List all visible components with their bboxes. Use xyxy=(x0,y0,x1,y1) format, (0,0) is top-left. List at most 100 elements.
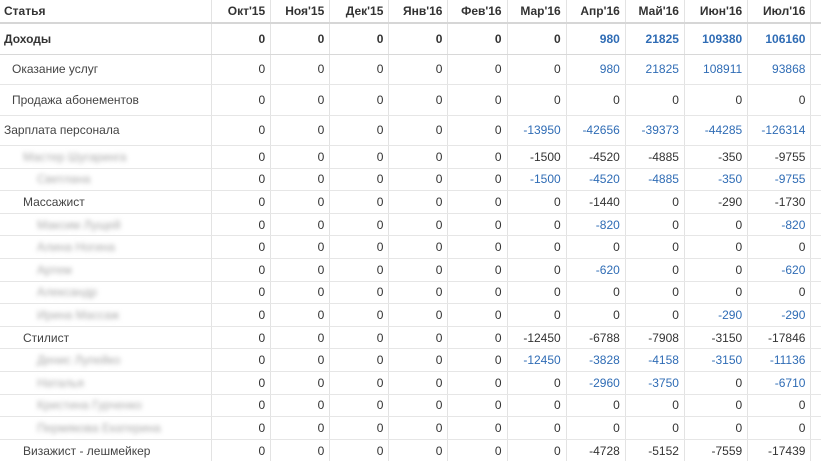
row-label[interactable]: Стилист xyxy=(0,326,213,350)
value-cell: -350 xyxy=(684,145,749,169)
column-header-month[interactable]: Мар'16 xyxy=(507,0,567,24)
value-link[interactable]: -13950 xyxy=(507,115,567,146)
row-label[interactable]: Пермякова Екатерина xyxy=(0,416,213,440)
value-link[interactable]: -3150 xyxy=(684,348,749,372)
value-cell: 0 xyxy=(447,326,508,350)
value-cell: 0 xyxy=(211,439,272,461)
budget-report: Статья Окт'15 Ноя'15 Дек'15 Янв'16 Фев'16 Мар… xyxy=(0,0,821,461)
value-link[interactable]: -350 xyxy=(684,168,749,192)
row-label[interactable]: Оказание услуг xyxy=(0,54,213,85)
column-header-name[interactable]: Статья xyxy=(0,0,213,24)
column-header-month[interactable]: Окт'15 xyxy=(211,0,272,24)
column-header-month[interactable]: Дек'15 xyxy=(329,0,390,24)
table-row: Максим Лущей 0 0 0 0 0 0 -820 0 0 -820 xyxy=(0,213,821,237)
table-row: Наталья 0 0 0 0 0 0 -2960 -3750 0 -6710 xyxy=(0,371,821,395)
table-row: Кристина Гурченко 0 0 0 0 0 0 0 0 0 0 xyxy=(0,394,821,418)
value-link[interactable]: -3828 xyxy=(566,348,626,372)
value-link[interactable]: -4885 xyxy=(625,168,685,192)
row-label[interactable]: Алина Ногина xyxy=(0,235,213,259)
value-link[interactable]: 106160 xyxy=(747,23,812,55)
value-cell: 0 xyxy=(684,258,749,282)
value-link[interactable]: 980 xyxy=(566,23,626,55)
row-label[interactable]: Артем xyxy=(0,258,213,282)
row-label[interactable]: Денис Лупейко xyxy=(0,348,213,372)
column-header-month[interactable]: Апр'16 xyxy=(566,0,626,24)
value-link[interactable]: -44285 xyxy=(684,115,749,146)
value-cell: -4885 xyxy=(625,145,685,169)
value-link[interactable]: -2960 xyxy=(566,371,626,395)
row-label[interactable]: Визажист - лешмейкер xyxy=(0,439,213,461)
value-cell: 0 xyxy=(684,84,749,116)
column-header-month[interactable]: Ноя'15 xyxy=(270,0,331,24)
row-label[interactable]: Зарплата персонала xyxy=(0,115,213,146)
value-link[interactable]: -820 xyxy=(566,213,626,237)
value-link[interactable]: -620 xyxy=(566,258,626,282)
value-link[interactable]: 1142 xyxy=(810,23,821,55)
value-cell: 0 xyxy=(566,235,626,259)
value-link[interactable]: 21825 xyxy=(625,23,685,55)
row-label[interactable]: Кристина Гурченко xyxy=(0,394,213,418)
row-label[interactable]: Массажист xyxy=(0,190,213,214)
value-cell: -6788 xyxy=(566,326,626,350)
row-label-text: Наталья xyxy=(37,375,84,390)
value-link[interactable]: -9755 xyxy=(747,168,812,192)
value-link[interactable]: 109380 xyxy=(684,23,749,55)
value-link[interactable]: 108911 xyxy=(684,54,749,85)
value-link[interactable]: -290 xyxy=(747,303,812,327)
value-cell: 0 xyxy=(211,235,272,259)
value-link[interactable]: -3750 xyxy=(625,371,685,395)
value-link[interactable]: -42656 xyxy=(566,115,626,146)
value-cell: -75 xyxy=(810,439,821,461)
value-link[interactable]: -2 xyxy=(810,303,821,327)
column-header-month[interactable]: Фев'16 xyxy=(447,0,508,24)
value-link[interactable]: -6710 xyxy=(747,371,812,395)
table-row: Ирина Массаж00000000-290-290-2 xyxy=(0,303,821,327)
value-link[interactable]: -620 xyxy=(747,258,812,282)
value-cell: 0 xyxy=(329,54,390,85)
value-link[interactable]: -11136 xyxy=(747,348,812,372)
value-cell: 0 xyxy=(388,326,449,350)
value-link[interactable]: -31 xyxy=(810,348,821,372)
row-label[interactable]: Наталья xyxy=(0,371,213,395)
column-header-month[interactable]: Май'16 xyxy=(625,0,685,24)
value-cell: 0 xyxy=(625,416,685,440)
column-header-month[interactable]: Июл'16 xyxy=(747,0,812,24)
value-link[interactable]: -4158 xyxy=(625,348,685,372)
row-label[interactable]: Александр xyxy=(0,281,213,305)
value-link[interactable]: 1103 xyxy=(810,54,821,85)
value-link[interactable]: -12450 xyxy=(507,348,567,372)
value-link[interactable]: -4520 xyxy=(566,168,626,192)
table-row: Продажа абонементов 0 0 0 0 0 0 0 0 0 0 xyxy=(0,84,821,116)
row-label[interactable]: Светлана xyxy=(0,168,213,192)
column-header-month[interactable]: Авг' xyxy=(810,0,821,24)
table-row: Артем 0 0 0 0 0 0 -620 0 0 -620 xyxy=(0,258,821,282)
value-cell: 0 xyxy=(684,213,749,237)
value-link[interactable]: -3 xyxy=(810,168,821,192)
row-label[interactable]: Ирина Массаж xyxy=(0,303,213,327)
value-link[interactable]: -1500 xyxy=(507,168,567,192)
row-label[interactable]: Максим Лущей xyxy=(0,213,213,237)
value-cell: 0 xyxy=(747,84,812,116)
value-link[interactable]: 93868 xyxy=(747,54,812,85)
table-row: Александр 0 0 0 0 0 0 0 0 0 0 xyxy=(0,281,821,305)
column-header-month[interactable]: Июн'16 xyxy=(684,0,749,24)
value-link[interactable]: -820 xyxy=(747,213,812,237)
value-cell: 0 xyxy=(447,168,508,192)
value-link[interactable]: -290 xyxy=(684,303,749,327)
row-label[interactable]: Доходы xyxy=(0,23,213,55)
value-link[interactable]: 21825 xyxy=(625,54,685,85)
row-label[interactable]: Продажа абонементов xyxy=(0,84,213,116)
row-label[interactable]: Мастер Шугаринга xyxy=(0,145,213,169)
value-link[interactable]: -39373 xyxy=(625,115,685,146)
value-link[interactable]: -126314 xyxy=(747,115,812,146)
table-row: Доходы000000980218251093801061601142 xyxy=(0,23,821,55)
value-cell: 0 xyxy=(388,416,449,440)
value-link[interactable]: 980 xyxy=(566,54,626,85)
value-link[interactable]: 22 xyxy=(810,115,821,146)
row-label-text: Стилист xyxy=(23,330,70,345)
value-cell: 0 xyxy=(388,84,449,116)
value-cell: 0 xyxy=(211,258,272,282)
column-header-month[interactable]: Янв'16 xyxy=(388,0,449,24)
value-cell: 0 xyxy=(507,394,567,418)
value-cell xyxy=(810,371,821,395)
